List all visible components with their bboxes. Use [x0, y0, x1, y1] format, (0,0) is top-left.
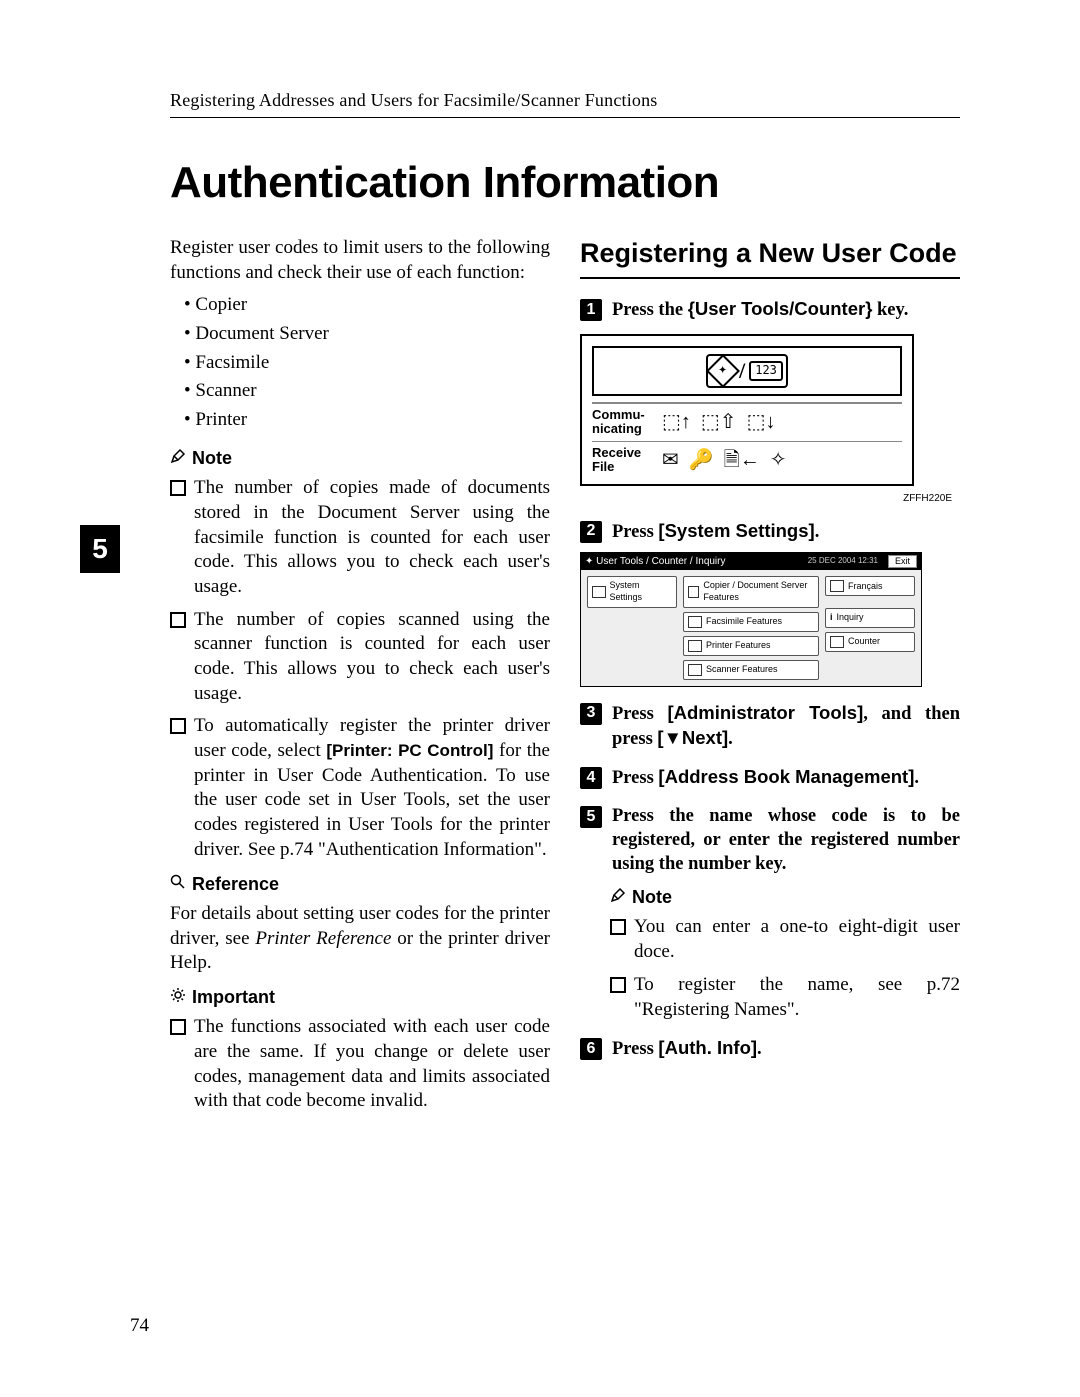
list-item: Scanner	[184, 379, 550, 404]
step-number-icon: 1	[580, 299, 602, 321]
tray-up-icon: ⬚↑	[662, 409, 691, 435]
user-tools-counter-key: ✦ / 123	[592, 346, 902, 396]
list-item: Document Server	[184, 322, 550, 347]
important-label: Important	[192, 986, 275, 1009]
tray-down-icon: ⬚↓	[747, 409, 776, 435]
square-bullet-icon	[170, 612, 186, 628]
section-title: Registering a New User Code	[580, 236, 960, 279]
ui-screenshot: ✦ User Tools / Counter / Inquiry 25 DEC …	[580, 552, 922, 687]
left-column: Register user codes to limit users to th…	[170, 236, 550, 1124]
page: Registering Addresses and Users for Facs…	[0, 0, 1080, 1397]
gear-icon	[592, 586, 606, 598]
printer-icon	[688, 640, 702, 652]
list-item: Copier	[184, 293, 550, 318]
note-heading: Note	[610, 886, 960, 909]
pencil-icon	[610, 886, 626, 909]
service-icon: ✧	[770, 447, 787, 473]
page-title: Authentication Information	[170, 158, 960, 208]
content-columns: Register user codes to limit users to th…	[100, 236, 960, 1124]
fax-features-button[interactable]: Facsimile Features	[683, 612, 819, 632]
copier-icon	[688, 586, 699, 598]
step-4: 4 Press [Address Book Management].	[580, 765, 960, 790]
right-column: Registering a New User Code 1 Press the …	[580, 236, 960, 1124]
image-reference-code: ZFFH220E	[580, 492, 952, 505]
step-1: 1 Press the {User Tools/Counter} key.	[580, 297, 960, 322]
list-item: Printer	[184, 408, 550, 433]
sub-note: Note You can enter a one-to eight-digit …	[610, 886, 960, 1022]
square-bullet-icon	[170, 718, 186, 734]
step-6: 6 Press [Auth. Info].	[580, 1036, 960, 1061]
list-item: Facsimile	[184, 351, 550, 376]
reference-label: Reference	[192, 873, 279, 896]
square-bullet-icon	[170, 1019, 186, 1035]
important-list: The functions associated with each user …	[170, 1015, 550, 1114]
step-number-icon: 2	[580, 521, 602, 543]
ui-date: 25 DEC 2004 12:31	[808, 556, 884, 566]
printer-features-button[interactable]: Printer Features	[683, 636, 819, 656]
list-item: The number of copies scanned using the s…	[170, 608, 550, 707]
intro-text: Register user codes to limit users to th…	[170, 236, 550, 285]
step-2: 2 Press [System Settings].	[580, 519, 960, 544]
list-item: To automatically register the printer dr…	[170, 714, 550, 862]
page-number: 74	[130, 1315, 149, 1337]
note-heading: Note	[170, 447, 550, 470]
running-head: Registering Addresses and Users for Facs…	[170, 90, 960, 118]
reference-text: For details about setting user codes for…	[170, 902, 550, 976]
control-panel-illustration: ✦ / 123 Commu-nicating ⬚↑ ⬚⇧ ⬚↓	[580, 334, 914, 486]
step-number-icon: 3	[580, 703, 602, 725]
key-icon: 🔑	[689, 447, 714, 473]
list-item: The functions associated with each user …	[170, 1015, 550, 1114]
magnifier-icon	[170, 873, 186, 896]
counter-icon	[830, 636, 844, 648]
list-item: The number of copies made of documents s…	[170, 476, 550, 599]
list-item: To register the name, see p.72 "Register…	[610, 973, 960, 1022]
counter-icon: 123	[749, 361, 783, 381]
step-number-icon: 6	[580, 1038, 602, 1060]
pencil-icon	[170, 447, 186, 470]
function-list: Copier Document Server Facsimile Scanner…	[170, 293, 550, 432]
document-out-icon: 🗎←	[724, 447, 760, 473]
receive-file-label: ReceiveFile	[592, 446, 652, 473]
note-list: The number of copies made of documents s…	[170, 476, 550, 862]
exit-button[interactable]: Exit	[888, 555, 917, 569]
fax-icon	[688, 616, 702, 628]
note-label: Note	[192, 447, 232, 470]
square-bullet-icon	[610, 977, 626, 993]
square-bullet-icon	[610, 919, 626, 935]
step-number-icon: 4	[580, 767, 602, 789]
info-icon: i	[830, 612, 833, 624]
ui-title: ✦ User Tools / Counter / Inquiry	[585, 555, 726, 568]
inquiry-button[interactable]: iInquiry	[825, 608, 915, 628]
sub-note-list: You can enter a one-to eight-digit user …	[610, 915, 960, 1022]
mail-icon: ✉	[662, 447, 679, 473]
list-item: You can enter a one-to eight-digit user …	[610, 915, 960, 964]
step-number-icon: 5	[580, 806, 602, 828]
square-bullet-icon	[170, 480, 186, 496]
counter-button[interactable]: Counter	[825, 632, 915, 652]
important-heading: Important	[170, 986, 550, 1009]
system-settings-button[interactable]: System Settings	[587, 576, 677, 607]
tray-up-icon: ⬚⇧	[701, 409, 737, 435]
copier-features-button[interactable]: Copier / Document Server Features	[683, 576, 819, 607]
step-5: 5 Press the name whose code is to be reg…	[580, 804, 960, 876]
chapter-tab: 5	[80, 525, 120, 573]
globe-icon	[830, 580, 844, 592]
step-3: 3 Press [Administrator Tools], and then …	[580, 701, 960, 751]
gear-icon	[170, 986, 186, 1009]
scanner-features-button[interactable]: Scanner Features	[683, 660, 819, 680]
language-button[interactable]: Français	[825, 576, 915, 596]
note-label: Note	[632, 886, 672, 909]
diamond-icon: ✦	[706, 354, 740, 388]
scanner-icon	[688, 664, 702, 676]
communicating-label: Commu-nicating	[592, 408, 652, 435]
reference-heading: Reference	[170, 873, 550, 896]
